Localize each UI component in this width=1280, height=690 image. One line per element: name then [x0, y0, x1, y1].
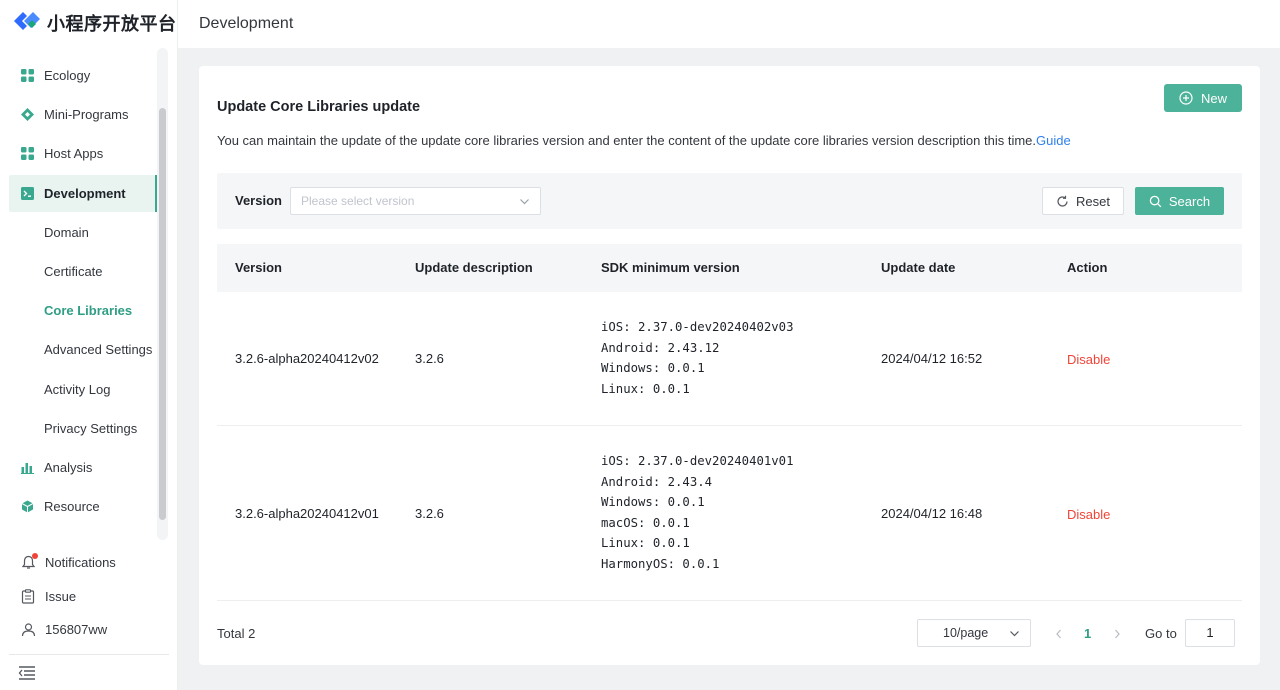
sidebar-nav: Ecology Mini-Programs Host Apps Developm…: [9, 57, 158, 527]
user-account-button[interactable]: 156807ww: [9, 613, 169, 647]
grid-icon: [20, 69, 34, 83]
sidebar-item-label: Core Libraries: [44, 303, 133, 319]
next-page-icon[interactable]: [1112, 627, 1122, 645]
sidebar-item-development[interactable]: Development: [9, 174, 158, 212]
diamond-icon: [20, 108, 34, 122]
goto-label: Go to: [1145, 626, 1177, 641]
row-description: 3.2.6: [415, 351, 444, 366]
column-header-description: Update description: [415, 260, 533, 275]
page-size-select[interactable]: 10/page: [917, 619, 1031, 647]
column-header-version: Version: [235, 260, 282, 275]
brand-name: 小程序开放平台: [47, 14, 177, 34]
chevron-down-icon: [1010, 631, 1019, 637]
reset-button[interactable]: Reset: [1042, 187, 1124, 215]
sidebar: 小程序开放平台 Ecology Mini-Programs Host Apps: [0, 0, 178, 690]
sidebar-scroll-thumb[interactable]: [159, 108, 166, 520]
page-header-title: Development: [199, 15, 294, 32]
sidebar-item-label: Mini-Programs: [44, 107, 129, 123]
grid-icon: [20, 147, 34, 161]
brand-logo[interactable]: 小程序开放平台: [12, 10, 177, 36]
page-size-value: 10/page: [943, 626, 989, 640]
row-sdk-versions: iOS: 2.37.0-dev20240402v03 Android: 2.43…: [601, 320, 794, 396]
sidebar-item-label: Privacy Settings: [44, 420, 138, 436]
sidebar-item-host-apps[interactable]: Host Apps: [9, 135, 155, 172]
disable-button[interactable]: Disable: [1067, 507, 1110, 522]
disable-button[interactable]: Disable: [1067, 352, 1110, 367]
core-libraries-table: Version Update description SDK minimum v…: [217, 244, 1242, 601]
filter-bar: Version Please select version Reset Sear…: [217, 173, 1242, 229]
search-icon: [1149, 195, 1162, 207]
row-version: 3.2.6-alpha20240412v01: [235, 506, 379, 521]
sidebar-item-advanced-settings[interactable]: Advanced Settings: [9, 331, 155, 368]
notifications-button[interactable]: Notifications: [9, 546, 169, 580]
sidebar-item-label: Analysis: [44, 459, 93, 475]
sidebar-item-analysis[interactable]: Analysis: [9, 449, 155, 486]
column-header-sdk: SDK minimum version: [601, 260, 740, 275]
top-header: Development: [178, 0, 1280, 48]
row-update-date: 2024/04/12 16:48: [881, 506, 983, 521]
sidebar-item-ecology[interactable]: Ecology: [9, 57, 155, 94]
new-button[interactable]: New: [1164, 84, 1242, 112]
box-icon: [20, 500, 34, 514]
row-update-date: 2024/04/12 16:52: [881, 351, 983, 366]
guide-link[interactable]: Guide: [1036, 133, 1071, 148]
page-number-current[interactable]: 1: [1084, 626, 1091, 641]
version-filter-label: Version: [235, 193, 282, 208]
main-card: Update Core Libraries update New You can…: [199, 66, 1260, 665]
sidebar-item-certificate[interactable]: Certificate: [9, 253, 155, 290]
sidebar-item-label: Advanced Settings: [44, 342, 153, 358]
total-count: Total 2: [217, 626, 256, 641]
sidebar-item-resource[interactable]: Resource: [9, 488, 155, 525]
table-row: 3.2.6-alpha20240412v01 3.2.6 iOS: 2.37.0…: [217, 426, 1242, 601]
column-header-date: Update date: [881, 260, 956, 275]
sidebar-item-domain[interactable]: Domain: [9, 214, 155, 251]
sidebar-item-label: Activity Log: [44, 381, 111, 397]
logo-icon: [12, 8, 42, 39]
row-version: 3.2.6-alpha20240412v02: [235, 351, 379, 366]
sidebar-item-label: Domain: [44, 224, 89, 240]
sidebar-item-label: Host Apps: [44, 146, 104, 162]
sidebar-item-label: Ecology: [44, 68, 91, 83]
version-select-placeholder: Please select version: [301, 194, 415, 208]
terminal-icon: [20, 186, 34, 200]
plus-circle-icon: [1179, 91, 1193, 105]
goto-page-input[interactable]: 1: [1185, 619, 1235, 647]
prev-page-icon[interactable]: [1054, 627, 1064, 645]
search-button-label: Search: [1168, 193, 1211, 209]
refresh-icon: [1057, 195, 1068, 207]
sidebar-divider: [9, 654, 169, 655]
page-description: You can maintain the update of the updat…: [217, 133, 1071, 148]
sidebar-item-core-libraries[interactable]: Core Libraries: [9, 292, 155, 329]
notifications-label: Notifications: [45, 555, 116, 571]
row-sdk-versions: iOS: 2.37.0-dev20240401v01 Android: 2.43…: [601, 454, 794, 571]
sidebar-item-privacy-settings[interactable]: Privacy Settings: [9, 410, 155, 447]
chevron-down-icon: [520, 199, 529, 205]
notification-badge: [32, 552, 38, 559]
sidebar-item-label: Development: [44, 185, 126, 201]
sidebar-bottom-nav: Notifications Issue 156807ww: [9, 546, 169, 647]
version-select[interactable]: Please select version: [290, 187, 541, 215]
sidebar-item-label: Certificate: [44, 263, 103, 279]
issue-button[interactable]: Issue: [9, 580, 169, 614]
new-button-label: New: [1200, 90, 1227, 106]
collapse-sidebar-icon[interactable]: [18, 664, 36, 682]
column-header-action: Action: [1067, 260, 1108, 275]
table-row: 3.2.6-alpha20240412v02 3.2.6 iOS: 2.37.0…: [217, 292, 1242, 426]
user-icon: [20, 622, 36, 638]
description-text: You can maintain the update of the updat…: [217, 133, 1037, 148]
bell-icon: [20, 552, 38, 571]
table-header: Version Update description SDK minimum v…: [217, 244, 1242, 292]
clipboard-icon: [20, 588, 36, 604]
sidebar-item-label: Resource: [44, 499, 100, 515]
sidebar-item-mini-programs[interactable]: Mini-Programs: [9, 96, 155, 133]
row-description: 3.2.6: [415, 506, 444, 521]
page-title: Update Core Libraries update: [217, 99, 421, 115]
bar-chart-icon: [20, 460, 34, 474]
issue-label: Issue: [45, 588, 77, 604]
reset-button-label: Reset: [1076, 193, 1110, 209]
user-name: 156807ww: [45, 622, 108, 638]
sidebar-item-activity-log[interactable]: Activity Log: [9, 371, 155, 408]
app-root: 小程序开放平台 Ecology Mini-Programs Host Apps: [0, 0, 1280, 690]
search-button[interactable]: Search: [1135, 187, 1224, 215]
